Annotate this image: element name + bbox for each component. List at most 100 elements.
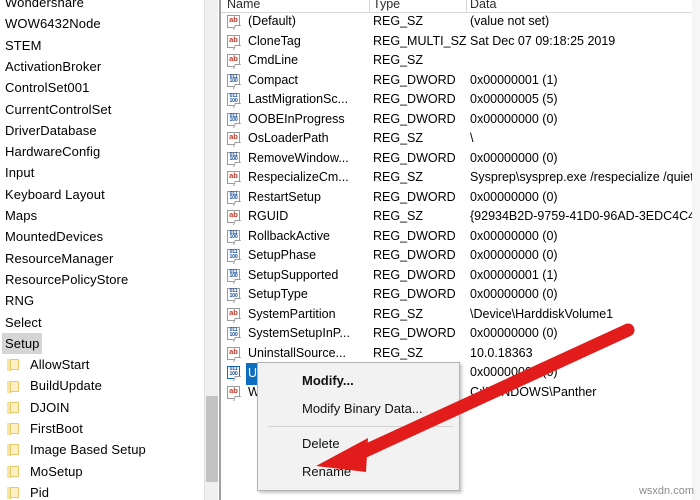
tree-item[interactable]: MountedDevices: [0, 226, 106, 247]
registry-value-row[interactable]: ab OsLoaderPath REG_SZ \: [221, 129, 700, 149]
registry-value-row[interactable]: ab RGUID REG_SZ {92934B2D-9759-41D0-96AD-3E…: [221, 207, 700, 227]
string-value-icon: ab: [227, 34, 242, 50]
registry-value-row[interactable]: 011 100 RestartSetup REG_DWORD 0x00000000 (0…: [221, 188, 700, 208]
tree-item[interactable]: CurrentControlSet: [0, 99, 114, 120]
dword-value-icon: 011 100: [227, 93, 242, 108]
registry-value-row[interactable]: ab CmdLine REG_SZ: [221, 51, 700, 71]
value-name: CmdLine: [248, 53, 299, 67]
dword-value-icon: 011 100: [227, 229, 242, 245]
tree-item[interactable]: ActivationBroker: [0, 56, 104, 77]
value-data: 0x00000000 (0): [470, 326, 558, 340]
tree-item[interactable]: ResourcePolicyStore: [0, 269, 131, 290]
tree-item-label: Keyboard Layout: [5, 186, 105, 202]
value-type: REG_SZ: [373, 170, 424, 184]
string-value-icon: ab: [227, 210, 242, 225]
value-type: REG_SZ: [373, 131, 424, 145]
column-divider-1[interactable]: [369, 0, 370, 12]
column-header-data[interactable]: Data: [470, 0, 496, 11]
tree-item[interactable]: DJOIN: [0, 397, 73, 418]
tree-item[interactable]: ResourceManager: [0, 248, 116, 269]
tree-item[interactable]: Input: [0, 162, 37, 183]
registry-value-row[interactable]: 011 100 OOBEInProgress REG_DWORD 0x00000000 …: [221, 110, 700, 130]
tree-item-label: Select: [5, 314, 42, 330]
menu-item-modify[interactable]: Modify...: [258, 367, 459, 395]
value-data: 0x00000000 (0): [470, 228, 558, 243]
column-divider-2[interactable]: [466, 0, 467, 12]
registry-value-row[interactable]: ab SystemPartition REG_SZ \Device\HarddiskV…: [221, 305, 700, 325]
tree-item[interactable]: Pid: [0, 482, 52, 500]
value-type: REG_DWORD: [373, 287, 456, 301]
registry-value-row[interactable]: 011 100 RollbackActive REG_DWORD 0x00000000 …: [221, 227, 700, 247]
dword-value-icon: 011 100: [227, 73, 242, 89]
column-header-type[interactable]: Type: [373, 0, 400, 11]
value-data: C:\WINDOWS\Panther: [470, 384, 597, 399]
folder-icon: [6, 358, 22, 372]
dword-value-icon: 011 100: [227, 288, 242, 303]
tree-item-label: Input: [5, 165, 35, 181]
folder-icon: [6, 486, 22, 500]
menu-item-rename[interactable]: Rename: [258, 458, 459, 486]
registry-value-row[interactable]: 011 100 SetupType REG_DWORD 0x00000000 (0): [221, 285, 700, 305]
value-data: 0x00000000 (0): [470, 287, 558, 301]
registry-value-row[interactable]: 011 100 RemoveWindow... REG_DWORD 0x00000000…: [221, 149, 700, 169]
tree-item[interactable]: FirstBoot: [0, 418, 86, 439]
tree-item-label: ResourceManager: [5, 250, 114, 266]
column-header-name[interactable]: Name: [227, 0, 260, 11]
value-data: 0x00000000 (0): [470, 365, 558, 379]
tree-item[interactable]: MoSetup: [0, 461, 86, 482]
folder-icon: [6, 380, 22, 393]
tree-item[interactable]: RNG: [0, 290, 37, 311]
tree-scrollbar-thumb[interactable]: [206, 396, 218, 482]
tree-item-label: Setup: [2, 332, 43, 355]
registry-value-row[interactable]: 011 100 Compact REG_DWORD 0x00000001 (1): [221, 71, 700, 91]
tree-item[interactable]: Select: [0, 312, 45, 333]
registry-value-row[interactable]: ab UninstallSource... REG_SZ 10.0.18363: [221, 344, 700, 364]
tree-item[interactable]: BuildUpdate: [0, 375, 105, 396]
tree-item[interactable]: HardwareConfig: [0, 141, 103, 162]
value-name: SystemSetupInP...: [248, 326, 350, 340]
value-data: 0x00000001 (1): [470, 72, 558, 87]
registry-value-row[interactable]: ab CloneTag REG_MULTI_SZ Sat Dec 07 09:18:2…: [221, 32, 700, 52]
folder-icon: [6, 443, 22, 457]
registry-tree-pane[interactable]: Wondershare WOW6432Node STEM ActivationBrok…: [0, 0, 204, 500]
tree-item[interactable]: Setup: [0, 332, 43, 355]
context-menu[interactable]: Modify... Modify Binary Data... Delete Rena…: [257, 362, 460, 491]
tree-item[interactable]: STEM: [0, 35, 45, 56]
tree-item[interactable]: AllowStart: [0, 354, 93, 375]
value-name: RespecializeCm...: [248, 170, 349, 184]
value-type: REG_SZ: [373, 209, 424, 223]
value-type: REG_DWORD: [373, 189, 456, 204]
registry-value-row[interactable]: ab RespecializeCm... REG_SZ Sysprep\sysprep…: [221, 168, 700, 188]
tree-item[interactable]: ControlSet001: [0, 77, 92, 98]
registry-value-row[interactable]: 011 100 LastMigrationSc... REG_DWORD 0x00000…: [221, 90, 700, 110]
registry-value-row[interactable]: 011 100 SystemSetupInP... REG_DWORD 0x000000…: [221, 324, 700, 344]
tree-item[interactable]: DriverDatabase: [0, 120, 100, 141]
value-name: RollbackActive: [248, 228, 330, 243]
tree-item-label: MountedDevices: [5, 229, 104, 245]
value-data: Sysprep\sysprep.exe /respecialize /quiet: [470, 170, 694, 184]
menu-item-delete[interactable]: Delete: [258, 430, 459, 458]
tree-scrollbar[interactable]: [204, 0, 218, 500]
tree-item-label: BuildUpdate: [30, 378, 102, 394]
tree-item[interactable]: Image Based Setup: [0, 439, 149, 460]
tree-item[interactable]: Maps: [0, 205, 40, 226]
value-type: REG_DWORD: [373, 72, 456, 87]
dword-value-icon: 011 100: [227, 112, 242, 128]
value-type: REG_DWORD: [373, 248, 456, 262]
registry-value-row[interactable]: ab (Default) REG_SZ (value not set): [221, 12, 700, 32]
tree-item[interactable]: Wondershare: [0, 0, 87, 13]
value-name: SetupSupported: [248, 267, 339, 282]
folder-icon: [6, 401, 22, 414]
list-scrollbar[interactable]: [692, 0, 700, 500]
dword-value-icon: 011 100: [227, 268, 242, 284]
value-data: 0x00000000 (0): [470, 150, 558, 165]
registry-value-row[interactable]: 011 100 SetupPhase REG_DWORD 0x00000000 (0): [221, 246, 700, 266]
menu-item-modify-binary-data[interactable]: Modify Binary Data...: [258, 395, 459, 423]
value-type: REG_DWORD: [373, 111, 456, 126]
tree-item[interactable]: WOW6432Node: [0, 13, 104, 34]
value-name: OOBEInProgress: [248, 111, 345, 126]
tree-item[interactable]: Keyboard Layout: [0, 184, 108, 205]
registry-values-list[interactable]: ab (Default) REG_SZ (value not set) ab CloneT…: [221, 12, 700, 402]
value-name: OsLoaderPath: [248, 131, 329, 145]
registry-value-row[interactable]: 011 100 SetupSupported REG_DWORD 0x00000001 …: [221, 266, 700, 286]
